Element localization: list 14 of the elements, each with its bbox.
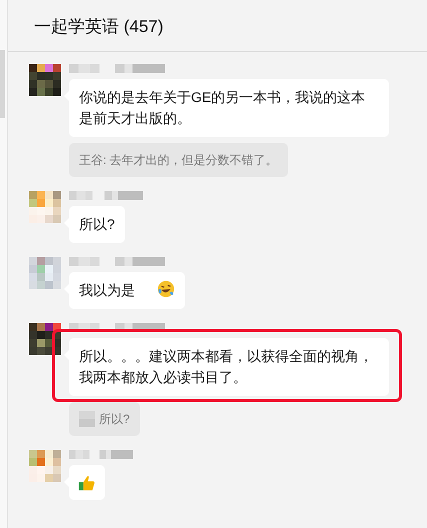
chat-title: 一起学英语 (457)	[34, 17, 164, 36]
quoted-reply[interactable]: 王谷: 去年才出的，但是分数不错了。	[69, 143, 288, 177]
blurred-name[interactable]	[69, 64, 165, 73]
scrollbar[interactable]	[0, 50, 5, 118]
blurred-name[interactable]	[69, 450, 133, 459]
quoted-reply[interactable]: 所以?	[69, 402, 140, 436]
blurred-name[interactable]	[69, 191, 143, 200]
laughing-face-icon	[157, 280, 175, 298]
message-text: 我以为是	[79, 282, 135, 298]
blurred-name[interactable]	[69, 257, 165, 266]
quote-text: 所以?	[99, 411, 130, 428]
avatar[interactable]	[29, 64, 61, 96]
thumbs-up-icon	[78, 474, 96, 492]
avatar[interactable]	[29, 323, 61, 355]
